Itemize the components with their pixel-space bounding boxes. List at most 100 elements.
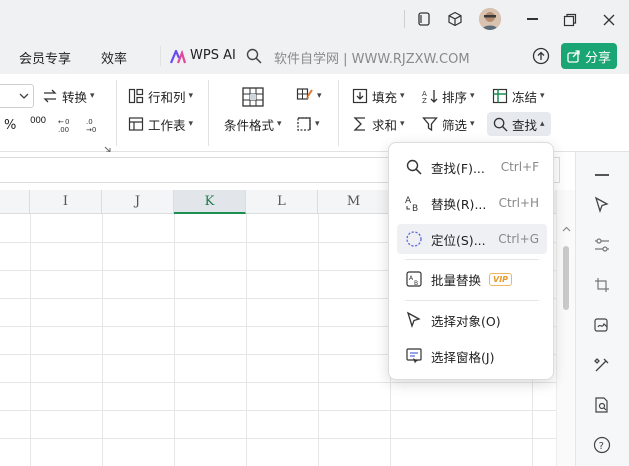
tools-icon[interactable] xyxy=(593,356,611,378)
shortcut-text: Ctrl+G xyxy=(498,232,539,246)
right-sidebar: ? xyxy=(575,152,629,466)
menu-item-find[interactable]: 查找(F)... Ctrl+F xyxy=(397,152,547,182)
wps-ai-icon xyxy=(169,48,187,68)
increase-decimal-icon[interactable]: .0 →0 xyxy=(86,116,102,138)
filter-icon xyxy=(422,117,438,132)
sort-button[interactable]: AZ 排序 ▾ xyxy=(422,84,475,108)
number-format-select[interactable] xyxy=(0,84,34,108)
conditional-format-icon[interactable] xyxy=(241,86,265,112)
ribbon-toolbar: 转换 ▾ % 000 ← 0.00 .0 →0 行和列 ▾ 工作表 ▾ 条件格式 ▾ ▾ ▾… xyxy=(0,74,629,153)
svg-text:→0: →0 xyxy=(86,126,96,134)
freeze-icon xyxy=(492,88,508,104)
menu-bar: 会员专享 效率 WPS AI 软件自学网 | WWW.RJZXW.COM 分享 xyxy=(0,38,629,74)
svg-text:?: ? xyxy=(599,441,604,452)
find-dropdown-menu: 查找(F)... Ctrl+F AB 替换(R)... Ctrl+H 定位(S)… xyxy=(388,142,554,380)
freeze-label: 冻结 xyxy=(512,89,538,105)
svg-text:.00: .00 xyxy=(58,126,69,134)
menu-item-label: 定位(S)... xyxy=(431,232,486,248)
worksheet-icon xyxy=(128,117,144,131)
chevron-down-icon xyxy=(19,93,29,99)
column-header[interactable]: I xyxy=(30,190,102,214)
menu-item-label: 批量替换 xyxy=(431,272,482,288)
minimize-icon[interactable] xyxy=(527,18,538,20)
sum-button[interactable]: 求和 ▾ xyxy=(352,112,405,136)
convert-icon xyxy=(43,89,57,103)
svg-text:A: A xyxy=(405,196,412,206)
scroll-up-icon[interactable] xyxy=(562,226,571,232)
close-icon[interactable] xyxy=(602,12,616,31)
menu-item-label: 替换(R)... xyxy=(431,196,487,212)
column-header[interactable]: J xyxy=(102,190,174,214)
sum-label: 求和 xyxy=(372,117,398,133)
sort-label: 排序 xyxy=(442,89,468,105)
help-icon[interactable]: ? xyxy=(593,436,611,458)
scrollbar-thumb[interactable] xyxy=(563,246,569,310)
svg-text:B: B xyxy=(412,204,418,212)
vertical-scrollbar[interactable] xyxy=(556,190,575,466)
worksheet-label: 工作表 xyxy=(148,117,186,133)
document-search-icon[interactable] xyxy=(593,396,611,418)
sort-icon: AZ xyxy=(422,90,438,104)
sign-icon[interactable] xyxy=(593,316,611,338)
sum-icon xyxy=(353,117,365,131)
grid-line xyxy=(174,214,175,466)
avatar[interactable] xyxy=(479,8,501,30)
ribbon-divider xyxy=(208,80,209,146)
ribbon-divider xyxy=(338,80,339,146)
border-button[interactable]: ▾ xyxy=(296,112,320,136)
menu-item-select-object[interactable]: 选择对象(O) xyxy=(397,305,547,335)
fill-label: 填充 xyxy=(372,89,398,105)
share-button[interactable]: 分享 xyxy=(561,43,617,69)
search-input[interactable]: 软件自学网 | WWW.RJZXW.COM xyxy=(274,48,470,67)
decrease-decimal-icon[interactable]: ← 0.00 xyxy=(58,116,74,138)
find-button[interactable]: 查找 ▴ xyxy=(487,112,551,136)
grid-line xyxy=(30,214,31,466)
transform-icon[interactable] xyxy=(593,276,611,298)
grid-line xyxy=(0,438,560,439)
locate-icon xyxy=(403,230,425,248)
menu-divider xyxy=(405,259,539,260)
percent-button[interactable]: % xyxy=(4,118,16,133)
adjust-icon[interactable] xyxy=(593,236,611,258)
freeze-button[interactable]: 冻结 ▾ xyxy=(492,84,545,108)
svg-text:B: B xyxy=(414,280,418,287)
cell-style-button[interactable]: ▾ xyxy=(296,84,322,108)
thousands-separator-button[interactable]: 000 xyxy=(30,116,46,126)
menu-item-label: 查找(F)... xyxy=(431,160,485,176)
convert-button[interactable]: 转换 ▾ xyxy=(42,84,95,108)
menu-item-goto[interactable]: 定位(S)... Ctrl+G xyxy=(397,224,547,254)
column-header-partial[interactable] xyxy=(0,190,30,214)
cloud-upload-icon[interactable] xyxy=(532,47,550,69)
grid-line xyxy=(102,214,103,466)
column-header-selected[interactable]: K xyxy=(174,190,246,214)
restore-icon[interactable] xyxy=(563,12,577,31)
menu-efficiency[interactable]: 效率 xyxy=(101,48,127,67)
column-header[interactable]: M xyxy=(318,190,390,214)
menu-wps-ai[interactable]: WPS AI xyxy=(190,48,236,63)
collapse-icon[interactable] xyxy=(595,174,609,176)
menu-item-replace[interactable]: AB 替换(R)... Ctrl+H xyxy=(397,188,547,218)
fill-button[interactable]: 填充 ▾ xyxy=(352,84,405,108)
menu-item-batch-replace[interactable]: AB 批量替换 VIP xyxy=(397,264,547,294)
column-header[interactable]: L xyxy=(246,190,318,214)
search-icon xyxy=(493,117,508,132)
conditional-format-label: 条件格式 xyxy=(224,117,275,133)
search-icon[interactable] xyxy=(246,48,262,68)
grid-line xyxy=(0,382,560,383)
cube-icon[interactable] xyxy=(447,11,463,31)
convert-label: 转换 xyxy=(62,89,88,105)
menu-item-selection-pane[interactable]: 选择窗格(J) xyxy=(397,341,547,371)
filter-label: 筛选 xyxy=(442,117,468,133)
share-icon xyxy=(567,50,580,63)
conditional-format-button[interactable]: 条件格式 ▾ xyxy=(224,112,282,136)
menu-divider xyxy=(160,46,161,66)
menu-member[interactable]: 会员专享 xyxy=(19,48,71,67)
filter-button[interactable]: 筛选 ▾ xyxy=(422,112,475,136)
worksheet-button[interactable]: 工作表 ▾ xyxy=(128,112,193,136)
selection-pane-icon xyxy=(403,347,425,365)
row-col-button[interactable]: 行和列 ▾ xyxy=(128,84,193,108)
pointer-icon[interactable] xyxy=(593,196,611,218)
row-col-icon xyxy=(128,88,144,104)
window-mode-icon[interactable] xyxy=(416,11,432,31)
title-bar xyxy=(0,0,629,38)
